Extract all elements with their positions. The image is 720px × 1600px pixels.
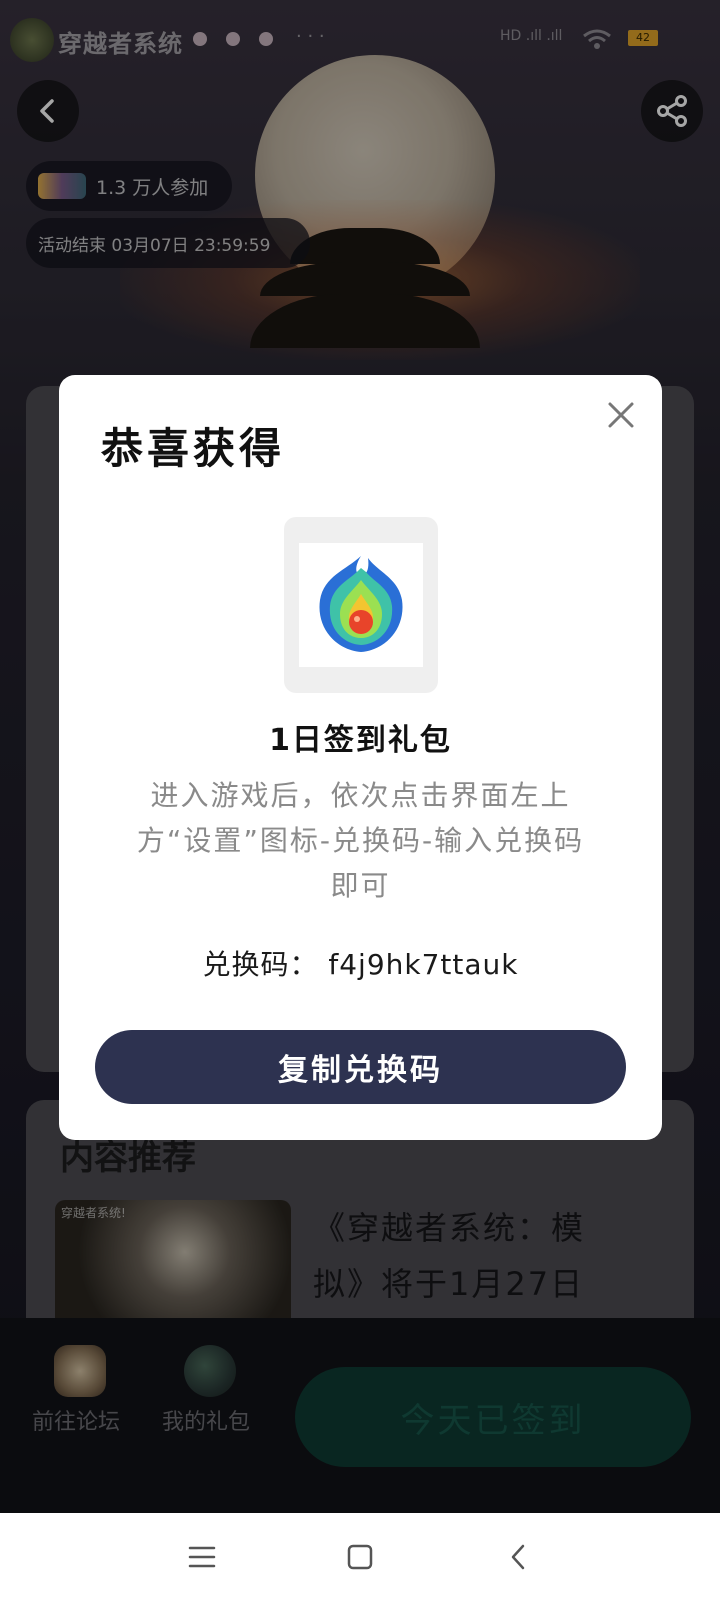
blue-flame-icon: [299, 543, 423, 667]
gift-image-frame: [284, 517, 438, 693]
gift-name: 1日签到礼包: [269, 723, 452, 758]
back-triangle-icon: [511, 1544, 525, 1570]
menu-icon: [188, 1546, 216, 1568]
reward-dialog: 恭喜获得 1日签到礼包 进入游戏后，依次点击界面左上方“设置”图标-兑换码-输入…: [59, 375, 662, 1140]
close-icon: [608, 402, 634, 428]
recent-apps-button[interactable]: [180, 1535, 224, 1579]
gift-instructions: 进入游戏后，依次点击界面左上方“设置”图标-兑换码-输入兑换码即可: [136, 779, 585, 902]
home-square-icon: [347, 1544, 373, 1570]
copy-code-button[interactable]: 复制兑换码: [95, 1030, 626, 1104]
dialog-title: 恭喜获得: [101, 424, 286, 473]
system-back-button[interactable]: [496, 1535, 540, 1579]
system-navigation-bar: [0, 1513, 720, 1600]
close-button[interactable]: [601, 395, 641, 435]
redeem-code: 兑换码： f4j9hk7ttauk: [202, 948, 519, 981]
home-button[interactable]: [338, 1535, 382, 1579]
